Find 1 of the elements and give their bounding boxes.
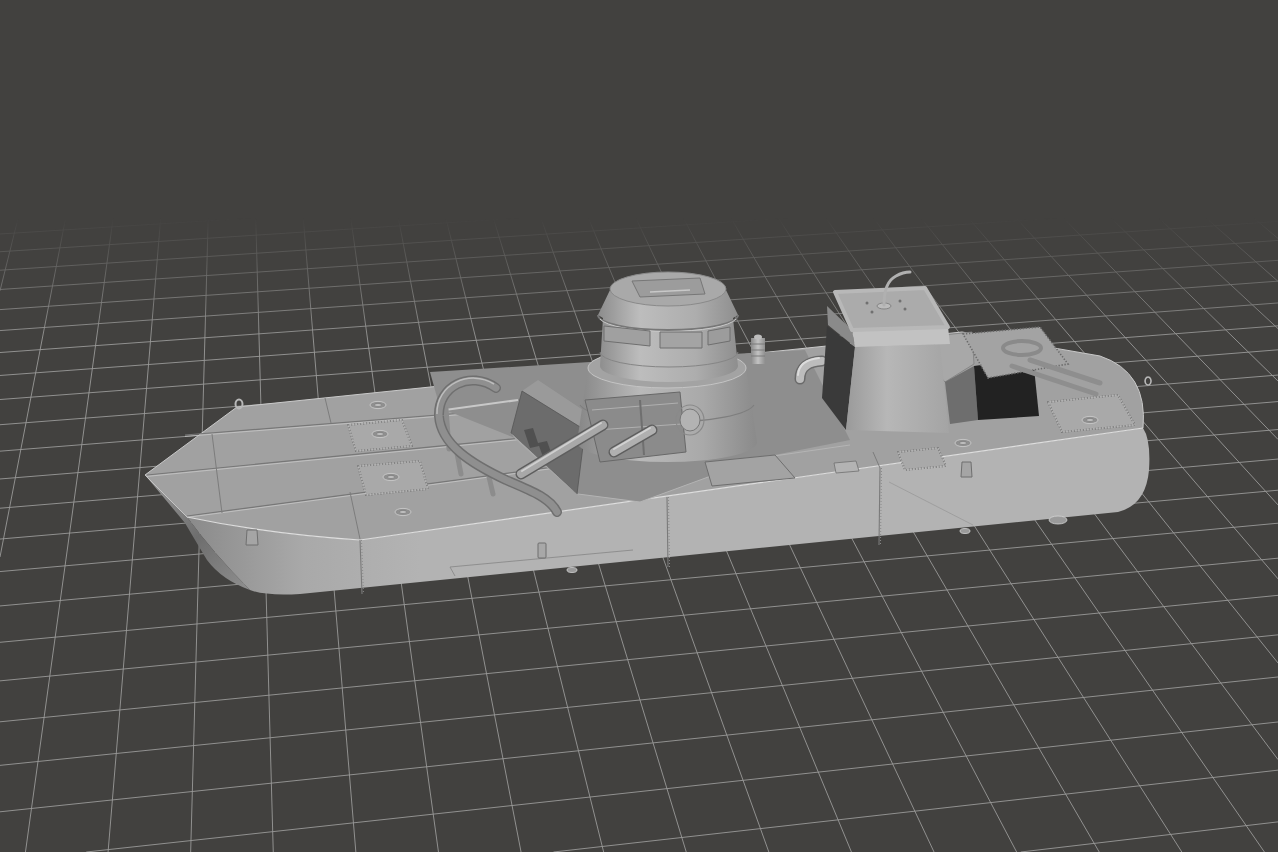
elbow-pipe (794, 355, 828, 385)
